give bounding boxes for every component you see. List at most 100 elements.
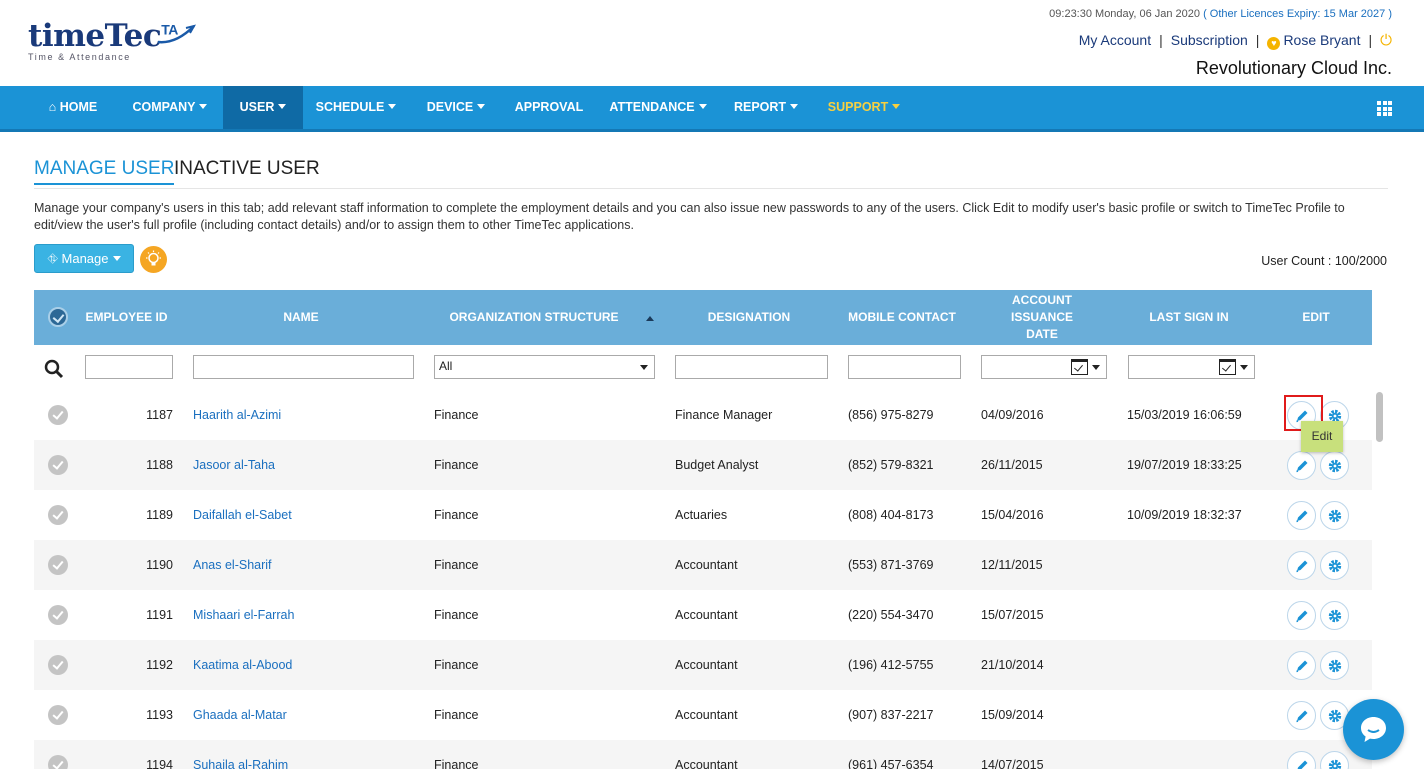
manage-dropdown-button[interactable]: ⛗ Manage (34, 244, 134, 273)
chevron-down-icon (790, 104, 799, 109)
lightbulb-tips-icon[interactable] (140, 246, 167, 273)
org-structure: Finance (434, 708, 479, 722)
name-filter-input[interactable] (193, 355, 414, 379)
designation-filter-input[interactable] (675, 355, 828, 379)
col-last-sign-in[interactable]: LAST SIGN IN (1128, 290, 1250, 345)
issuance-date-filter[interactable] (981, 355, 1107, 379)
subscription-link[interactable]: Subscription (1171, 32, 1248, 48)
org-structure: Finance (434, 758, 479, 769)
employee-name-link[interactable]: Kaatima al-Abood (193, 640, 292, 690)
edit-button[interactable] (1287, 751, 1316, 769)
nav-report[interactable]: REPORT (726, 86, 806, 129)
mobile-contact: (220) 554-3470 (848, 608, 934, 622)
gear-icon (1328, 759, 1342, 769)
row-checkbox[interactable] (48, 455, 68, 475)
col-employee-id[interactable]: EMPLOYEE ID (84, 290, 169, 345)
gear-icon (1328, 459, 1342, 473)
designation: Accountant (675, 558, 738, 572)
profile-settings-button[interactable] (1320, 751, 1349, 769)
chevron-down-icon (698, 104, 707, 109)
search-icon[interactable] (44, 359, 64, 379)
profile-settings-button[interactable] (1320, 601, 1349, 630)
employee-name-link[interactable]: Haarith al-Azimi (193, 390, 281, 440)
row-checkbox[interactable] (48, 705, 68, 725)
company-name: Revolutionary Cloud Inc. (1195, 58, 1392, 78)
edit-button[interactable] (1287, 651, 1316, 680)
current-datetime: 09:23:30 Monday, 06 Jan 2020 ( Other Lic… (1049, 8, 1392, 20)
apps-grid-icon[interactable] (1377, 101, 1392, 116)
col-org-structure[interactable]: ORGANIZATION STRUCTURE (434, 290, 634, 345)
pencil-icon (1296, 710, 1308, 723)
nav-schedule[interactable]: SCHEDULE (310, 86, 402, 129)
mobile-contact: (852) 579-8321 (848, 458, 934, 472)
calendar-icon[interactable] (1219, 359, 1236, 375)
table-row: 1189 Daifallah el-Sabet Finance Actuarie… (34, 490, 1372, 540)
org-structure: Finance (434, 508, 479, 522)
col-mobile-contact[interactable]: MOBILE CONTACT (848, 290, 956, 345)
issuance-date: 12/11/2015 (981, 558, 1043, 572)
last-sign-in-filter[interactable] (1128, 355, 1255, 379)
employee-name-link[interactable]: Suhaila al-Rahim (193, 740, 288, 769)
col-edit: EDIT (1302, 310, 1330, 324)
edit-button[interactable] (1287, 501, 1316, 530)
edit-button[interactable] (1287, 601, 1316, 630)
col-name[interactable]: NAME (193, 290, 409, 345)
profile-settings-button[interactable] (1320, 551, 1349, 580)
nav-home[interactable]: ⌂ HOME (34, 86, 112, 129)
last-sign-in: 19/07/2019 18:33:25 (1127, 458, 1242, 472)
col-account-issuance-date[interactable]: ACCOUNT ISSUANCE DATE (981, 290, 1103, 345)
row-checkbox[interactable] (48, 655, 68, 675)
gear-icon (1328, 609, 1342, 623)
chevron-down-icon (477, 104, 486, 109)
row-checkbox[interactable] (48, 505, 68, 525)
edit-button[interactable] (1287, 551, 1316, 580)
calendar-icon[interactable] (1071, 359, 1088, 375)
col-designation[interactable]: DESIGNATION (675, 290, 823, 345)
nav-company[interactable]: COMPANY (122, 86, 218, 129)
mobile-filter-input[interactable] (848, 355, 961, 379)
row-checkbox[interactable] (48, 405, 68, 425)
chevron-down-icon (199, 104, 208, 109)
nav-approval[interactable]: APPROVAL (508, 86, 590, 129)
chevron-down-icon (1240, 365, 1248, 370)
edit-button[interactable] (1287, 701, 1316, 730)
employee-name-link[interactable]: Mishaari el-Farrah (193, 590, 294, 640)
row-checkbox[interactable] (48, 605, 68, 625)
scrollbar-thumb[interactable] (1376, 392, 1383, 442)
live-chat-button[interactable] (1343, 699, 1404, 760)
employee-name-link[interactable]: Daifallah el-Sabet (193, 490, 292, 540)
org-structure: Finance (434, 608, 479, 622)
nav-support[interactable]: SUPPORT (822, 86, 906, 129)
profile-settings-button[interactable] (1320, 501, 1349, 530)
timetec-logo[interactable]: timeTecTA Time & Attendance (28, 18, 196, 62)
issuance-date: 15/09/2014 (981, 708, 1044, 722)
employee-id: 1190 (146, 558, 173, 572)
tab-manage-user[interactable]: MANAGE USER (34, 158, 175, 185)
employee-name-link[interactable]: Ghaada al-Matar (193, 690, 287, 740)
sort-asc-icon[interactable] (646, 316, 654, 321)
employee-name-link[interactable]: Anas el-Sharif (193, 540, 272, 590)
edit-button[interactable] (1287, 451, 1316, 480)
my-account-link[interactable]: My Account (1079, 32, 1151, 48)
logout-power-icon[interactable]: ⏻ (1380, 32, 1392, 49)
user-name-link[interactable]: Rose Bryant (1283, 32, 1360, 48)
org-structure-filter-select[interactable]: All (434, 355, 655, 379)
pencil-icon (1296, 610, 1308, 623)
pencil-icon (1296, 560, 1308, 573)
users-table-body: 1187 Haarith al-Azimi Finance Finance Ma… (34, 390, 1372, 769)
mobile-contact: (808) 404-8173 (848, 508, 934, 522)
select-all-checkbox[interactable] (48, 307, 68, 327)
profile-settings-button[interactable] (1320, 451, 1349, 480)
issuance-date: 15/07/2015 (981, 608, 1044, 622)
user-badge-icon: ♥ (1267, 37, 1281, 50)
profile-settings-button[interactable] (1320, 651, 1349, 680)
employee-id-filter-input[interactable] (85, 355, 173, 379)
row-checkbox[interactable] (48, 755, 68, 769)
nav-device[interactable]: DEVICE (418, 86, 494, 129)
nav-user[interactable]: USER (223, 86, 303, 129)
nav-attendance[interactable]: ATTENDANCE (606, 86, 710, 129)
user-count: User Count : 100/2000 (1261, 254, 1387, 268)
row-checkbox[interactable] (48, 555, 68, 575)
tab-inactive-user[interactable]: INACTIVE USER (174, 158, 320, 180)
employee-name-link[interactable]: Jasoor al-Taha (193, 440, 275, 490)
